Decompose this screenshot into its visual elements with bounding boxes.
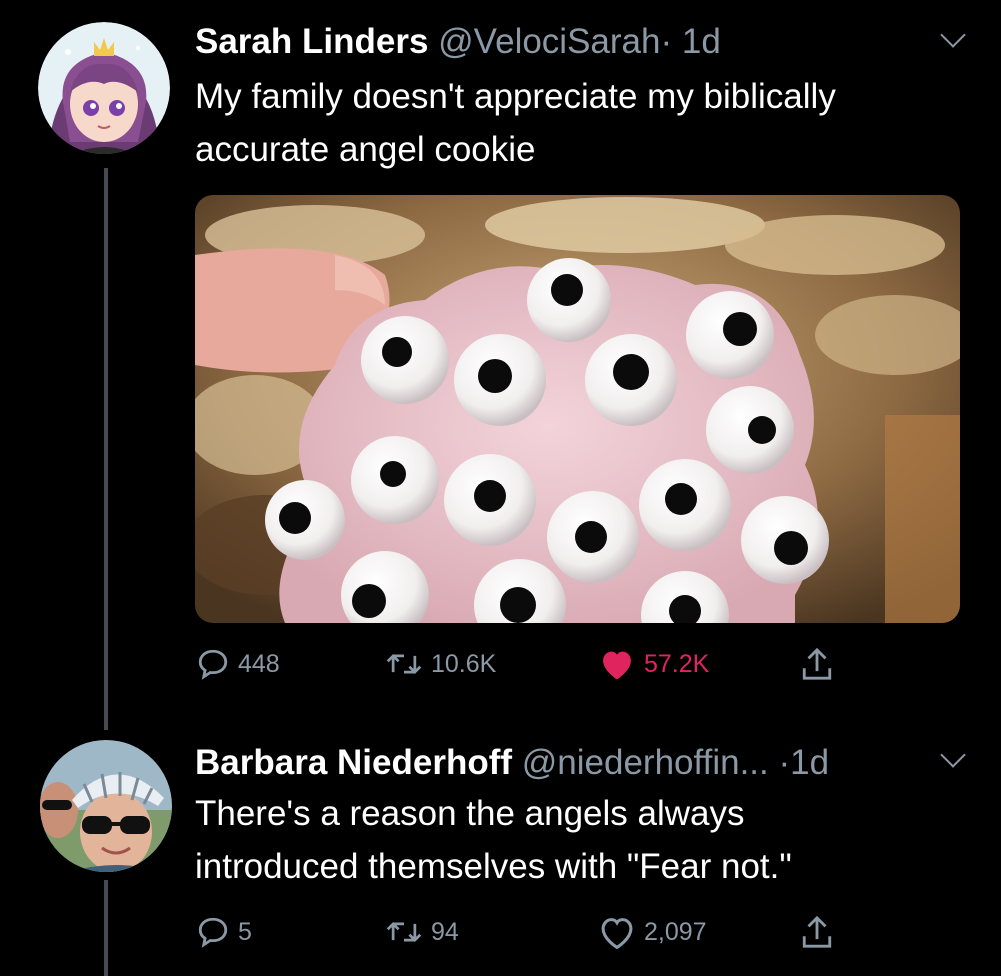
tweet-actions: 5 94 2,097 <box>0 913 1001 957</box>
author-name[interactable]: Barbara Niederhoff <box>195 743 512 782</box>
author-handle[interactable]: @VelociSarah <box>438 22 660 61</box>
avatar[interactable] <box>40 740 172 872</box>
like-count: 57.2K <box>644 649 710 678</box>
like-button[interactable]: 57.2K <box>598 647 709 681</box>
reply-button[interactable]: 5 <box>196 915 252 949</box>
tweet-text-line: There's a reason the angels always <box>195 794 745 833</box>
author-name[interactable]: Sarah Linders <box>195 22 428 61</box>
reply-count: 5 <box>238 917 252 946</box>
tweet-text-line: accurate angel cookie <box>195 130 536 169</box>
share-icon <box>800 913 834 951</box>
tweet-media[interactable] <box>195 195 960 623</box>
reply-count: 448 <box>238 649 280 678</box>
retweet-button[interactable]: 10.6K <box>385 647 496 681</box>
heart-icon <box>598 647 636 681</box>
cookie-image <box>195 195 960 623</box>
retweet-count: 94 <box>431 917 459 946</box>
separator: · <box>660 22 673 61</box>
tweet-text-line: My family doesn't appreciate my biblical… <box>195 77 836 116</box>
share-button[interactable] <box>800 913 834 951</box>
like-button[interactable]: 2,097 <box>598 915 707 949</box>
share-icon <box>800 645 834 683</box>
timestamp[interactable]: 1d <box>682 22 721 61</box>
chevron-down-icon[interactable] <box>940 742 966 768</box>
tweet[interactable]: Sarah Linders @VelociSarah· 1d My family… <box>0 0 1001 730</box>
tweet-actions: 448 10.6K 57.2K <box>0 643 1001 687</box>
author-handle[interactable]: @niederhoffin... <box>522 743 769 782</box>
tweet-header: Barbara Niederhoff @niederhoffin... ·1d <box>195 743 829 783</box>
reply-icon <box>196 915 230 949</box>
reply-icon <box>196 647 230 681</box>
tweet-text-line: introduced themselves with "Fear not." <box>195 847 792 886</box>
retweet-icon <box>385 915 423 949</box>
tweet-text: There's a reason the angels always intro… <box>195 787 975 893</box>
chevron-down-icon[interactable] <box>940 22 966 48</box>
tweet-header: Sarah Linders @VelociSarah· 1d <box>195 22 721 62</box>
timestamp[interactable]: 1d <box>790 743 829 782</box>
like-count: 2,097 <box>644 917 707 946</box>
separator: · <box>778 743 791 782</box>
reply-button[interactable]: 448 <box>196 647 280 681</box>
retweet-button[interactable]: 94 <box>385 915 459 949</box>
retweet-icon <box>385 647 423 681</box>
share-button[interactable] <box>800 645 834 683</box>
tweet-text: My family doesn't appreciate my biblical… <box>195 70 975 176</box>
retweet-count: 10.6K <box>431 649 497 678</box>
heart-icon <box>598 915 636 949</box>
avatar[interactable] <box>38 22 170 154</box>
tweet[interactable]: Barbara Niederhoff @niederhoffin... ·1d … <box>0 730 1001 976</box>
